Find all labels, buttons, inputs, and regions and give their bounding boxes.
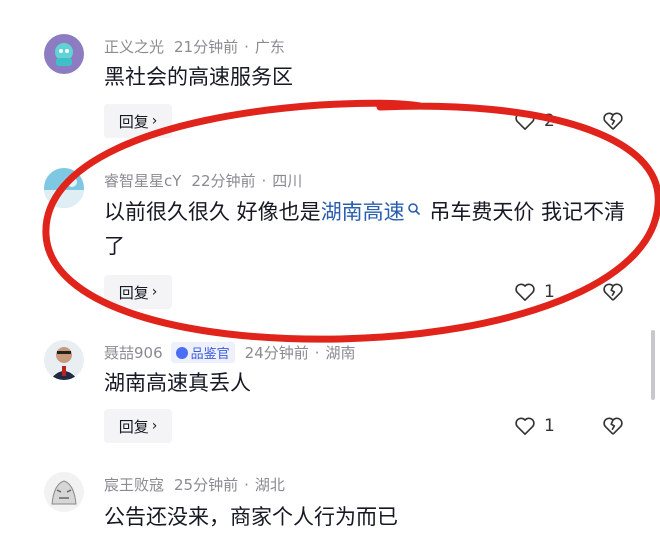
timestamp: 25分钟前: [174, 476, 239, 494]
chevron-right-icon: ›: [151, 284, 158, 300]
separator-dot: ·: [244, 37, 249, 56]
reply-label: 回复: [118, 417, 149, 436]
reply-button[interactable]: 回复 ›: [104, 409, 172, 443]
avatar[interactable]: [44, 472, 84, 512]
reply-label: 回复: [118, 112, 149, 131]
location: 湖南: [325, 344, 356, 362]
broken-heart-icon: [603, 417, 623, 435]
search-link[interactable]: 湖南高速: [321, 200, 405, 224]
reply-label: 回复: [118, 283, 149, 302]
badge-label: 品鉴官: [190, 347, 230, 362]
timestamp: 22分钟前: [191, 172, 256, 190]
comment-meta: 聂喆906 品鉴官 24分钟前 · 湖南: [104, 342, 356, 363]
location: 广东: [254, 38, 285, 56]
like-button[interactable]: 1: [514, 416, 555, 436]
avatar[interactable]: [44, 168, 84, 208]
like-count: 2: [544, 111, 555, 131]
heart-icon: [515, 283, 535, 301]
timestamp: 24分钟前: [244, 344, 309, 362]
like-button[interactable]: 1: [514, 282, 555, 302]
username[interactable]: 睿智星星cY: [104, 170, 181, 191]
location: 湖北: [254, 476, 285, 494]
comment-meta: 正义之光 21分钟前 · 广东: [104, 36, 285, 57]
broken-heart-icon: [603, 283, 623, 301]
separator-dot: ·: [314, 343, 320, 362]
chevron-right-icon: ›: [151, 418, 158, 434]
verified-badge: 品鉴官: [170, 342, 235, 363]
dislike-button[interactable]: [602, 111, 624, 135]
reply-button[interactable]: 回复 ›: [104, 275, 172, 309]
comment-text-part: 以前很久很久 好像也是: [104, 200, 321, 224]
chevron-right-icon: ›: [151, 113, 158, 129]
separator-dot: ·: [261, 171, 267, 190]
like-count: 1: [544, 282, 555, 302]
comment-meta: 睿智星星cY 22分钟前 · 四川: [104, 170, 302, 191]
dislike-button[interactable]: [602, 282, 624, 306]
heart-icon: [515, 417, 535, 435]
verified-badge-icon: [175, 346, 188, 359]
username[interactable]: 正义之光: [104, 36, 164, 57]
dislike-button[interactable]: [602, 416, 624, 440]
comment-text: 公告还没来，商家个人行为而已: [104, 505, 398, 529]
comment-text: 黑社会的高速服务区: [104, 65, 293, 89]
search-icon[interactable]: [407, 202, 421, 216]
separator-dot: ·: [244, 475, 249, 494]
timestamp: 21分钟前: [174, 38, 239, 56]
location: 四川: [272, 172, 303, 190]
like-button[interactable]: 2: [514, 111, 555, 131]
avatar[interactable]: [44, 34, 84, 74]
broken-heart-icon: [603, 112, 623, 130]
avatar[interactable]: [44, 340, 84, 380]
reply-button[interactable]: 回复 ›: [104, 104, 172, 138]
comment-text: 以前很久很久 好像也是湖南高速 吊车费天价 我记不清了: [104, 195, 629, 263]
comment-meta: 宸王败寇 25分钟前 · 湖北: [104, 474, 285, 495]
heart-icon: [515, 112, 535, 130]
scrollbar[interactable]: [651, 330, 655, 400]
comment-text: 湖南高速真丢人: [104, 371, 251, 395]
like-count: 1: [544, 416, 555, 436]
username[interactable]: 宸王败寇: [104, 474, 164, 495]
username[interactable]: 聂喆906: [104, 342, 163, 363]
